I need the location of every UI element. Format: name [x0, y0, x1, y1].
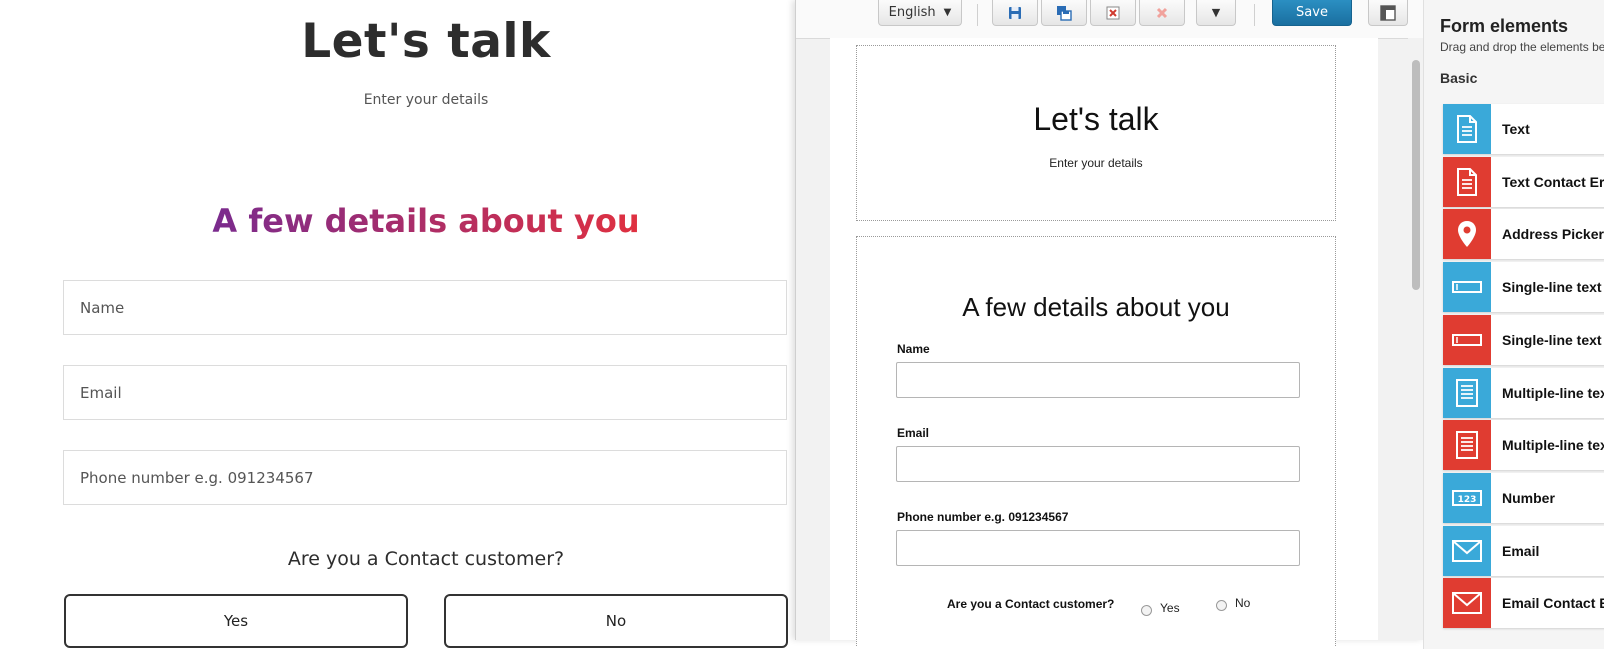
panel-group-basic: Basic	[1440, 70, 1478, 86]
editor-toolbar: English ▼ ▼ Save	[796, 0, 1424, 39]
close-icon	[1156, 7, 1168, 18]
editor-header-title: Let's talk	[1033, 101, 1159, 137]
form-elements-panel: Form elements Drag and drop the elements…	[1423, 0, 1604, 649]
save-as-button[interactable]	[1041, 0, 1087, 26]
name-label: Name	[897, 342, 930, 356]
preview-section-title-text: A few details about you	[212, 202, 640, 240]
delete-form-button[interactable]	[1090, 0, 1136, 26]
form-element-label: Address Picker	[1502, 226, 1604, 243]
close-button[interactable]	[1139, 0, 1185, 26]
delete-form-icon	[1106, 6, 1120, 19]
form-element-label: Text Contact Er	[1502, 173, 1604, 190]
preview-subtitle: Enter your details	[363, 92, 489, 108]
phone-field[interactable]	[63, 450, 787, 505]
more-dropdown-button[interactable]: ▼	[1196, 0, 1236, 26]
single-line-icon	[1443, 262, 1491, 313]
yes-radio[interactable]	[1141, 605, 1152, 616]
editor-canvas: Let's talk Enter your details A few deta…	[830, 38, 1378, 646]
preview-section-title: A few details about you	[0, 202, 852, 240]
panel-description: Drag and drop the elements be	[1440, 40, 1604, 54]
toolbar-divider	[977, 4, 978, 26]
no-button[interactable]: No	[444, 594, 788, 648]
yes-radio-label: Yes	[1160, 601, 1180, 615]
customer-question: Are you a Contact customer?	[287, 548, 565, 570]
language-select[interactable]: English ▼	[878, 0, 962, 26]
preview-title: Let's talk	[301, 14, 551, 69]
email-input[interactable]	[896, 446, 1300, 482]
form-element-item[interactable]: Email Contact E	[1443, 578, 1604, 629]
scrollbar-thumb[interactable]	[1412, 60, 1420, 290]
toolbar-divider	[1254, 4, 1255, 26]
layout-icon	[1380, 4, 1396, 21]
number-icon: 123	[1443, 472, 1491, 523]
save-as-icon	[1057, 5, 1072, 21]
editor-section-title: A few details about you	[962, 292, 1230, 322]
name-input[interactable]	[896, 362, 1300, 398]
yes-button[interactable]: Yes	[64, 594, 408, 648]
name-field[interactable]	[63, 280, 787, 335]
text-document-icon	[1443, 156, 1491, 207]
form-editor: English ▼ ▼ Save Let's talk Enter your d…	[795, 0, 1424, 646]
header-block[interactable]: Let's talk Enter your details	[856, 45, 1336, 221]
customer-question-label: Are you a Contact customer?	[947, 597, 1115, 611]
editor-scrollbar[interactable]	[1408, 38, 1424, 640]
envelope-icon	[1443, 525, 1491, 576]
details-block[interactable]: A few details about you Name Email Phone…	[856, 236, 1336, 646]
layout-button[interactable]	[1368, 0, 1408, 26]
no-radio-label: No	[1235, 596, 1251, 610]
form-element-label: Single-line text	[1502, 279, 1602, 296]
svg-text:123: 123	[1458, 495, 1477, 505]
save-icon-button[interactable]	[992, 0, 1038, 26]
multi-line-icon	[1443, 367, 1491, 418]
phone-input[interactable]	[896, 530, 1300, 566]
map-pin-icon	[1443, 209, 1491, 260]
form-element-item[interactable]: 123 Number	[1443, 472, 1604, 523]
form-element-item[interactable]: Text	[1443, 104, 1604, 154]
email-field[interactable]	[63, 365, 787, 420]
form-preview: Let's talk Enter your details A few deta…	[0, 0, 795, 649]
form-element-item[interactable]: Text Contact Er	[1443, 156, 1604, 207]
form-element-item[interactable]: Single-line text	[1443, 314, 1604, 365]
language-value: English	[888, 5, 936, 20]
chevron-down-icon: ▼	[943, 7, 952, 18]
more-dropdown-icon: ▼	[1211, 6, 1221, 19]
form-element-item[interactable]: Multiple-line tex	[1443, 367, 1604, 418]
form-element-item[interactable]: Multiple-line tex	[1443, 420, 1604, 471]
form-element-label: Multiple-line tex	[1502, 384, 1604, 401]
form-element-label: Single-line text	[1502, 331, 1602, 348]
form-element-label: Email Contact E	[1502, 595, 1604, 612]
email-label: Email	[897, 426, 930, 440]
editor-header-subtitle: Enter your details	[1049, 156, 1143, 170]
save-button[interactable]: Save	[1272, 0, 1352, 26]
multi-line-icon	[1443, 420, 1491, 471]
envelope-icon	[1443, 578, 1491, 629]
save-icon	[1009, 6, 1021, 19]
no-radio[interactable]	[1216, 600, 1227, 611]
phone-label: Phone number e.g. 091234567	[897, 510, 1069, 524]
form-element-item[interactable]: Address Picker	[1443, 209, 1604, 260]
form-element-label: Text	[1502, 121, 1530, 137]
form-element-label: Email	[1502, 542, 1540, 559]
form-element-item[interactable]: Single-line text	[1443, 262, 1604, 313]
form-element-label: Number	[1502, 489, 1555, 506]
panel-title: Form elements	[1440, 16, 1569, 36]
single-line-icon	[1443, 314, 1491, 365]
text-document-icon	[1443, 104, 1491, 154]
form-element-item[interactable]: Email	[1443, 525, 1604, 576]
form-element-label: Multiple-line tex	[1502, 437, 1604, 454]
